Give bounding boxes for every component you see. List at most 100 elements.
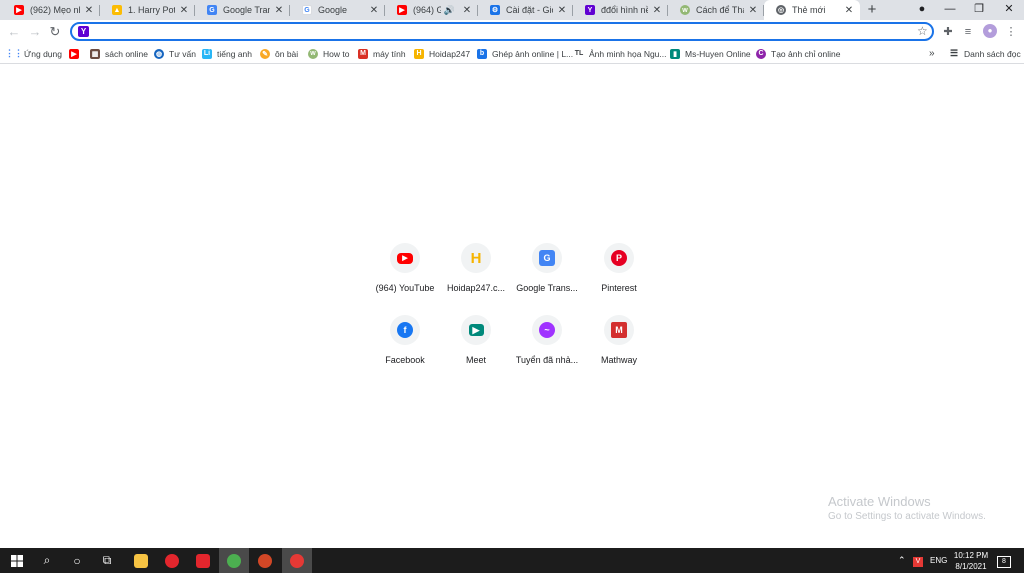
tab[interactable]: ⚙ Cài đặt - Giới th ✕ — [478, 0, 573, 20]
bookmark-on-bai[interactable]: ✎ ôn bài — [260, 44, 298, 63]
new-tab-button[interactable]: + — [864, 1, 880, 19]
bookmark-hoidap247[interactable]: H Hoidap247 — [414, 44, 470, 63]
shortcut-tile[interactable]: G Google Trans... — [507, 243, 587, 293]
bookmark-tieng-anh[interactable]: Li tiếng anh — [202, 44, 252, 63]
avatar[interactable]: ● — [983, 24, 997, 38]
bookmark-how-to[interactable]: w How to — [308, 44, 349, 63]
tab[interactable]: ▶ (962) Mẹo nhỏ ✕ — [2, 0, 100, 20]
bookmark-ghep-anh[interactable]: b Ghép ảnh online | L... — [477, 44, 573, 63]
shortcut-icon-bg: ▶ — [390, 243, 420, 273]
shortcut-tile[interactable]: H Hoidap247.c... — [436, 243, 516, 293]
back-arrow-icon[interactable]: ← — [5, 23, 23, 41]
apps-grid-icon: ⋮⋮ — [5, 48, 23, 58]
cortana-icon[interactable]: ○ — [62, 548, 92, 573]
facebook-icon: f — [397, 322, 413, 338]
close-icon[interactable]: ✕ — [844, 5, 854, 16]
powerpoint-icon[interactable] — [250, 548, 280, 573]
task-view-icon[interactable]: ⧉ — [92, 548, 122, 573]
close-icon[interactable]: ✕ — [557, 5, 567, 16]
reading-list[interactable]: ☰ Danh sách đọc — [949, 44, 1021, 63]
tab-title: đđổi hình nề gọ — [601, 5, 648, 15]
bookmark-tao-anh[interactable]: C Tạo ảnh chỉ online — [756, 44, 840, 63]
hoidap-icon: H — [414, 48, 424, 59]
shortcut-tile[interactable]: ~ Tuyển đã nhả... — [507, 315, 587, 365]
reload-icon[interactable]: ↻ — [46, 23, 64, 41]
address-bar[interactable]: Y — [70, 22, 934, 41]
tab-title: Google — [318, 5, 348, 15]
close-icon[interactable]: ✕ — [84, 5, 94, 16]
globe-icon: ◎ — [776, 5, 786, 15]
bookmark-star-icon[interactable]: ☆ — [917, 24, 928, 38]
tab[interactable]: ▶ (964) Giỏ 🔊 ✕ — [385, 0, 478, 20]
shortcut-label: (964) YouTube — [375, 283, 435, 293]
shortcut-icon-bg: H — [461, 243, 491, 273]
media-control-icon[interactable]: ≡ — [959, 23, 977, 41]
forward-arrow-icon[interactable]: → — [26, 23, 44, 41]
bookmark-label: Ghép ảnh online | L... — [492, 48, 574, 59]
tab[interactable]: G Google Translat ✕ — [195, 0, 290, 20]
bookmark-apps[interactable]: ⋮⋮ Ứng dụng — [5, 44, 62, 63]
bookmark-anh-minh-hoa[interactable]: TL Ảnh minh họa Ngu... — [574, 44, 667, 63]
translate-icon: G — [207, 5, 217, 15]
bookmark-may-tinh[interactable]: M máy tính — [358, 44, 406, 63]
opera-icon[interactable] — [157, 548, 187, 573]
tab-title: (964) Giỏ — [413, 5, 441, 15]
restore-icon[interactable]: ❐ — [967, 0, 991, 20]
shortcut-tile[interactable]: P Pinterest — [579, 243, 659, 293]
clock[interactable]: 10:12 PM 8/1/2021 — [948, 550, 994, 572]
minimize-icon[interactable]: — — [938, 0, 962, 20]
bookmark-label: tiếng anh — [217, 48, 252, 59]
bookmark-tu-van[interactable]: ◍ Tư vấn — [154, 44, 196, 63]
chrome-icon[interactable] — [219, 548, 249, 573]
tab[interactable]: ▲ 1. Harry Potter ✕ — [100, 0, 195, 20]
tray-chevron-icon[interactable]: ⌃ — [898, 548, 906, 573]
close-icon[interactable]: ✕ — [369, 5, 379, 16]
bookmark-youtube[interactable]: ▶ — [69, 44, 84, 63]
shortcut-tile[interactable]: ▶ Meet — [436, 315, 516, 365]
youtube-icon: ▶ — [397, 252, 413, 264]
more-bookmarks-chevron-icon[interactable]: » — [929, 44, 935, 63]
shortcut-label: Google Trans... — [516, 283, 578, 293]
chrome-badge-icon[interactable] — [282, 548, 312, 573]
tab[interactable]: G Google ✕ — [290, 0, 385, 20]
wikihow-icon: w — [308, 48, 318, 59]
bookmark-label: How to — [323, 48, 350, 59]
bookmark-label: ôn bài — [275, 48, 299, 59]
close-icon[interactable]: ✕ — [652, 5, 662, 16]
bookmark-label: Ảnh minh họa Ngu... — [589, 48, 667, 59]
app-tiles-icon[interactable] — [188, 548, 218, 573]
tray-app-icon[interactable]: V — [913, 548, 923, 573]
tab[interactable]: Y đđổi hình nề gọ ✕ — [573, 0, 668, 20]
bookmark-label: máy tính — [373, 48, 406, 59]
close-icon[interactable]: ✕ — [748, 5, 758, 16]
settings-icon: ⚙ — [490, 5, 500, 15]
tab[interactable]: w Cách để Thay đ ✕ — [668, 0, 764, 20]
tab-search-icon[interactable]: ● — [910, 0, 934, 20]
shortcut-label: Tuyển đã nhả... — [515, 355, 579, 365]
language-indicator[interactable]: ENG — [930, 548, 947, 573]
c-icon: C — [756, 48, 766, 59]
bookmark-label: Hoidap247 — [429, 48, 471, 59]
bookmarks-bar: ⋮⋮ Ứng dụng ▶ ▦ sách online ◍ Tư vấn Li … — [0, 44, 1024, 64]
close-icon[interactable]: ✕ — [462, 5, 472, 16]
file-explorer-icon[interactable] — [126, 548, 156, 573]
speaker-icon[interactable]: 🔊 — [444, 5, 455, 16]
close-icon[interactable]: ✕ — [274, 5, 284, 16]
bookmark-sach-online[interactable]: ▦ sách online — [90, 44, 148, 63]
shortcut-tile[interactable]: M Mathway — [579, 315, 659, 365]
tab-active[interactable]: ◎ Thẻ mới ✕ — [764, 0, 860, 20]
search-icon[interactable]: ⌕ — [32, 548, 62, 573]
shortcut-tile[interactable]: f Facebook — [365, 315, 445, 365]
close-icon[interactable]: ✕ — [179, 5, 189, 16]
shortcut-tile[interactable]: ▶ (964) YouTube — [365, 243, 445, 293]
start-button-icon[interactable] — [2, 548, 32, 573]
close-window-icon[interactable]: ✕ — [997, 0, 1021, 20]
notification-icon[interactable]: 8 — [997, 548, 1011, 573]
shortcut-label: Pinterest — [601, 283, 637, 293]
book-icon: ▦ — [90, 48, 100, 59]
menu-icon[interactable]: ⋮ — [1002, 23, 1020, 41]
wikihow-icon: w — [680, 5, 690, 15]
extensions-icon[interactable]: ✚ — [939, 23, 957, 41]
bookmark-ms-huyen[interactable]: ▮ Ms-Huyen Online — [670, 44, 751, 63]
address-input[interactable] — [94, 24, 918, 41]
